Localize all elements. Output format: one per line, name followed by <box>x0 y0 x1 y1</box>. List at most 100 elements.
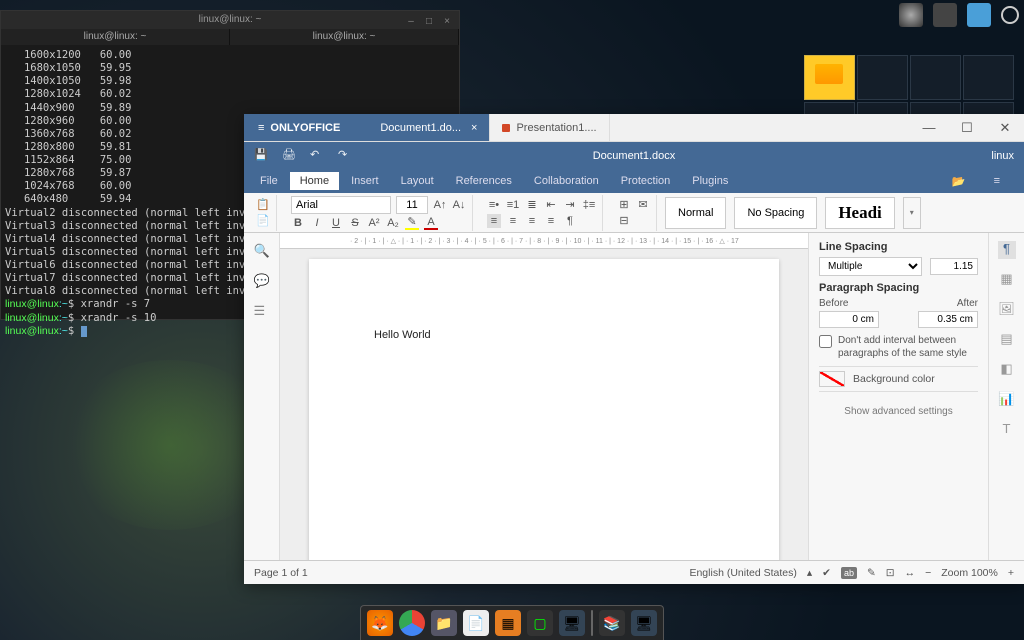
insert-dropdown-icon[interactable]: ⊞ <box>617 198 631 212</box>
menu-references[interactable]: References <box>446 172 522 190</box>
style-heading1[interactable]: Headi <box>825 197 894 229</box>
line-spacing-mode[interactable]: Multiple <box>819 257 922 276</box>
image-settings-icon[interactable]: 🖼 <box>998 301 1016 319</box>
bold-icon[interactable]: B <box>291 216 305 230</box>
menu-plugins[interactable]: Plugins <box>682 172 738 190</box>
multilevel-icon[interactable]: ≣ <box>525 198 539 212</box>
print-icon[interactable]: 🖨 <box>282 148 298 164</box>
superscript-icon[interactable]: A² <box>367 216 381 230</box>
close-icon[interactable]: × <box>441 13 453 25</box>
align-center-icon[interactable]: ≡ <box>506 214 520 228</box>
align-justify-icon[interactable]: ≡ <box>544 214 558 228</box>
decrease-font-icon[interactable]: A↓ <box>452 198 466 212</box>
page-indicator[interactable]: Page 1 of 1 <box>254 567 308 579</box>
oo-doc-tab-presentation[interactable]: Presentation1.... <box>490 114 609 141</box>
no-interval-checkbox[interactable] <box>819 335 832 348</box>
menu-insert[interactable]: Insert <box>341 172 389 190</box>
font-size-input[interactable] <box>396 196 428 214</box>
menu-file[interactable]: File <box>250 172 288 190</box>
bullets-icon[interactable]: ≡• <box>487 198 501 212</box>
nonprint-icon[interactable]: ¶ <box>563 214 577 228</box>
paste-icon[interactable]: 📄 <box>256 214 270 228</box>
font-color-icon[interactable]: A <box>424 216 438 230</box>
menu-protection[interactable]: Protection <box>611 172 681 190</box>
mailmerge-icon[interactable]: ✉ <box>636 198 650 212</box>
numbering-icon[interactable]: ≡1 <box>506 198 520 212</box>
dock-monitor1-icon[interactable]: 🖥 <box>559 610 585 636</box>
text-settings-icon[interactable]: T <box>998 421 1016 439</box>
tray-icon-1[interactable] <box>899 3 923 27</box>
window-maximize-icon[interactable]: ☐ <box>948 114 986 141</box>
lang-dropdown-icon[interactable]: ▴ <box>807 567 812 579</box>
dock-chrome-icon[interactable] <box>399 610 425 636</box>
dock-editor-icon[interactable]: 📄 <box>463 610 489 636</box>
dock-app-orange-icon[interactable]: ▦ <box>495 610 521 636</box>
menu-layout[interactable]: Layout <box>391 172 444 190</box>
spellcheck-icon[interactable]: ✔ <box>822 567 831 579</box>
underline-icon[interactable]: U <box>329 216 343 230</box>
terminal-titlebar[interactable]: linux@linux: ~ – □ × <box>1 11 459 29</box>
subscript-icon[interactable]: A₂ <box>386 216 400 230</box>
oo-app-tab[interactable]: ≡ ONLYOFFICE <box>244 114 354 141</box>
align-right-icon[interactable]: ≡ <box>525 214 539 228</box>
dock-monitor2-icon[interactable]: 🖥 <box>631 610 657 636</box>
increase-font-icon[interactable]: A↑ <box>433 198 447 212</box>
zoom-out-icon[interactable]: − <box>925 567 931 579</box>
document-page[interactable]: Hello World <box>309 259 779 560</box>
dock-terminal-icon[interactable]: ▢ <box>527 610 553 636</box>
spacing-after-input[interactable] <box>918 311 978 328</box>
linespacing-icon[interactable]: ‡≡ <box>582 198 596 212</box>
indent-dec-icon[interactable]: ⇤ <box>544 198 558 212</box>
italic-icon[interactable]: I <box>310 216 324 230</box>
table-settings-icon[interactable]: ▦ <box>998 271 1016 289</box>
tab-close-icon[interactable]: × <box>471 122 477 134</box>
para-settings-icon[interactable]: ¶ <box>998 241 1016 259</box>
search-icon[interactable]: 🔍 <box>254 243 270 259</box>
shape-settings-icon[interactable]: ◧ <box>998 361 1016 379</box>
save-icon[interactable]: 💾 <box>254 148 270 164</box>
style-gallery-dropdown[interactable]: ▾ <box>903 197 921 229</box>
style-normal[interactable]: Normal <box>665 197 726 229</box>
redo-icon[interactable]: ↷ <box>338 148 354 164</box>
ruler-horizontal[interactable]: · 2 · | · 1 · | · △ · | · 1 · | · 2 · | … <box>280 233 808 249</box>
terminal-tab[interactable]: linux@linux: ~ <box>1 29 230 45</box>
page-container[interactable]: Hello World <box>280 249 808 560</box>
power-icon[interactable] <box>1001 6 1019 24</box>
spacing-before-input[interactable] <box>819 311 879 328</box>
header-settings-icon[interactable]: ▤ <box>998 331 1016 349</box>
copy-icon[interactable]: 📋 <box>256 198 270 212</box>
font-name-input[interactable] <box>291 196 391 214</box>
tray-icon-display[interactable] <box>967 3 991 27</box>
menu-collaboration[interactable]: Collaboration <box>524 172 609 190</box>
zoom-level[interactable]: Zoom 100% <box>941 567 998 579</box>
track-changes-icon[interactable]: ab <box>841 567 857 579</box>
align-left-icon[interactable]: ≡ <box>487 214 501 228</box>
comments-icon[interactable]: 💬 <box>254 273 270 289</box>
window-minimize-icon[interactable]: — <box>910 114 948 141</box>
dock-firefox-icon[interactable]: 🦊 <box>367 610 393 636</box>
bgcolor-swatch[interactable] <box>819 371 845 387</box>
dock-files-icon[interactable]: 📁 <box>431 610 457 636</box>
maximize-icon[interactable]: □ <box>423 13 435 25</box>
terminal-tab[interactable]: linux@linux: ~ <box>230 29 459 45</box>
menu-home[interactable]: Home <box>290 172 339 190</box>
undo-icon[interactable]: ↶ <box>310 148 326 164</box>
strike-icon[interactable]: S <box>348 216 362 230</box>
dock-layers-icon[interactable]: 📚 <box>599 610 625 636</box>
tray-icon-battery[interactable] <box>933 3 957 27</box>
line-spacing-value[interactable] <box>930 258 978 275</box>
window-close-icon[interactable]: ✕ <box>986 114 1024 141</box>
oo-doc-tab-document[interactable]: Document1.do... × <box>354 114 490 141</box>
zoom-in-icon[interactable]: + <box>1008 567 1014 579</box>
style-nospacing[interactable]: No Spacing <box>734 197 817 229</box>
chart-settings-icon[interactable]: 📊 <box>998 391 1016 409</box>
fit-page-icon[interactable]: ⊡ <box>886 567 895 579</box>
show-advanced-link[interactable]: Show advanced settings <box>819 398 978 417</box>
headings-icon[interactable]: ☰ <box>254 303 270 319</box>
language-selector[interactable]: English (United States) <box>689 567 796 579</box>
doc-edit-icon[interactable]: ✎ <box>867 567 876 579</box>
fit-width-icon[interactable]: ↔ <box>905 567 916 579</box>
indent-inc-icon[interactable]: ⇥ <box>563 198 577 212</box>
open-file-icon[interactable]: 📂 <box>942 172 976 191</box>
minimize-icon[interactable]: – <box>405 13 417 25</box>
